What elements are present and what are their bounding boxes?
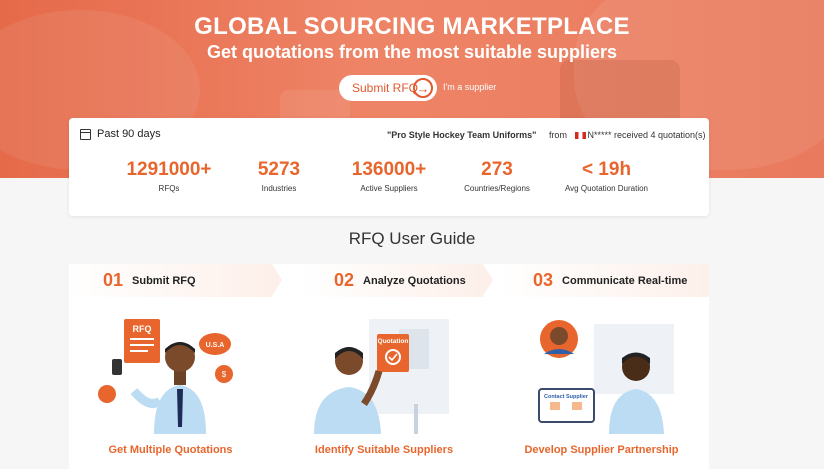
step-number: 01: [103, 270, 124, 290]
step-caption-3: Develop Supplier Partnership: [524, 444, 679, 456]
submit-rfq-illustration: RFQ U.S.A $: [98, 319, 233, 434]
step-number: 02: [334, 270, 355, 290]
step-caption-1: Get Multiple Quotations: [108, 444, 233, 456]
stat-value: < 19h: [581, 159, 632, 180]
submit-rfq-label: Submit RFQ: [352, 81, 419, 95]
quotation-doc-label: Quotation: [378, 338, 409, 345]
stat-label: Active Suppliers: [360, 184, 418, 193]
stat-value: 273: [481, 159, 513, 180]
stat-label: Countries/Regions: [464, 184, 530, 193]
step-caption-2: Identify Suitable Suppliers: [314, 444, 454, 456]
rfq-user-guide: 01 Submit RFQ 02 Analyze Quotations 03 C…: [69, 264, 709, 469]
step-title: Submit RFQ: [132, 274, 196, 287]
submit-rfq-button[interactable]: Submit RFQ →: [339, 75, 437, 101]
stat-value: 136000+: [351, 159, 427, 180]
svg-text:$: $: [222, 370, 227, 379]
step-title: Communicate Real-time: [562, 274, 688, 287]
stat-label: RFQs: [158, 184, 180, 193]
rfq-ticker: "Pro Style Hockey Team Uniforms" from N*…: [387, 130, 706, 140]
analyze-quotations-illustration: Quotation: [314, 319, 449, 434]
stats-card: Past 90 days "Pro Style Hockey Team Unif…: [69, 118, 709, 216]
calendar-icon: [80, 128, 91, 140]
period-label: Past 90 days: [80, 128, 161, 140]
step-chevron: [483, 264, 493, 296]
ticker-product: "Pro Style Hockey Team Uniforms": [387, 130, 537, 140]
stat-suppliers: 136000+ Active Suppliers: [339, 159, 439, 193]
supplier-link[interactable]: I'm a supplier: [443, 82, 496, 92]
hero-subtitle: Get quotations from the most suitable su…: [206, 42, 618, 62]
phone-icon: [112, 359, 122, 375]
hero-title: GLOBAL SOURCING MARKETPLACE: [194, 13, 630, 40]
stat-industries: 5273 Industries: [239, 159, 319, 193]
period-text: Past 90 days: [97, 128, 161, 140]
ticker-from: from: [548, 130, 567, 140]
step-number: 03: [533, 270, 554, 290]
step-header-3: 03 Communicate Real-time: [499, 264, 709, 297]
step-header-2: 02 Analyze Quotations: [300, 264, 483, 297]
rfq-doc-label: RFQ: [133, 324, 152, 334]
ticker-buyer: N*****: [587, 130, 612, 140]
canada-flag-icon: [575, 132, 587, 140]
ticker-rest: received 4 quotation(s): [613, 130, 706, 140]
stat-value: 1291000+: [126, 159, 212, 180]
country-label: U.S.A: [206, 342, 225, 349]
step-title: Analyze Quotations: [363, 274, 466, 287]
stat-rfqs: 1291000+ RFQs: [119, 159, 219, 193]
stat-label: Avg Quotation Duration: [564, 184, 648, 193]
stat-label: Industries: [261, 184, 297, 193]
guide-title: RFQ User Guide: [348, 229, 476, 248]
communicate-illustration: Contact Supplier: [538, 320, 674, 434]
stat-duration: < 19h Avg Quotation Duration: [554, 159, 659, 193]
arrow-right-icon: →: [413, 78, 433, 98]
box-icon: [98, 385, 116, 403]
stat-value: 5273: [257, 159, 301, 180]
step-header-1: 01 Submit RFQ: [69, 264, 272, 297]
contact-supplier-label: Contact Supplier: [544, 394, 589, 400]
step-chevron: [272, 264, 282, 296]
stat-countries: 273 Countries/Regions: [457, 159, 537, 193]
